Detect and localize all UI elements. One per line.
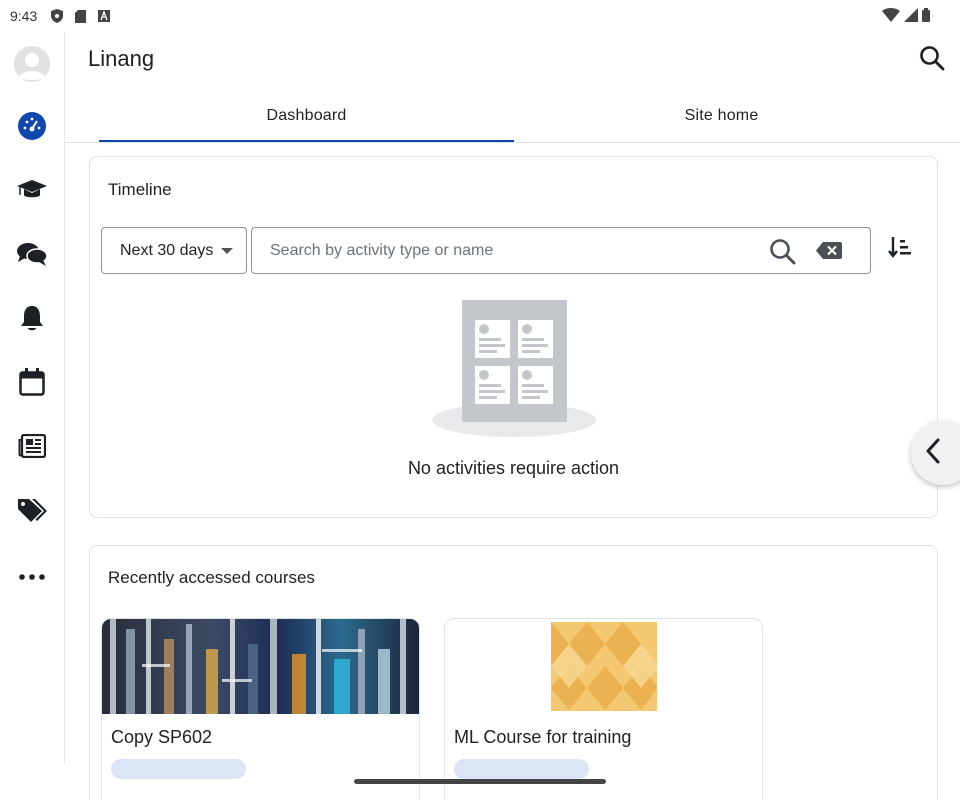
course-progress-pill: [454, 759, 589, 779]
rail-item-news[interactable]: [0, 424, 64, 472]
rail-item-notifications[interactable]: [0, 296, 64, 344]
rail-item-tags[interactable]: [0, 488, 64, 536]
tab-bar: Dashboard Site home: [99, 90, 929, 142]
calendar-icon: [19, 367, 45, 401]
sort-icon: [888, 236, 912, 263]
rail-item-courses[interactable]: [0, 168, 64, 216]
tab-site-home[interactable]: Site home: [514, 90, 929, 142]
timeline-title: Timeline: [108, 180, 172, 199]
avatar: [14, 46, 50, 82]
signal-icon: [904, 7, 918, 25]
rail-item-more[interactable]: [0, 552, 64, 600]
rail-item-dashboard[interactable]: [0, 104, 64, 152]
timeline-filter-select[interactable]: Next 30 days: [101, 227, 247, 274]
bell-icon: [20, 304, 44, 337]
timeline-card: Timeline Next 30 days Search by activity…: [89, 156, 938, 518]
wifi-icon: [882, 7, 900, 25]
header-search-button[interactable]: [916, 44, 948, 76]
font-icon: [98, 10, 111, 22]
course-name: Copy SP602: [111, 727, 213, 747]
sd-card-icon: [75, 9, 87, 23]
page-title: Linang: [88, 46, 155, 71]
news-icon: [18, 433, 47, 463]
tabs-divider: [65, 142, 960, 143]
course-image: [102, 619, 419, 714]
caret-down-icon: [221, 247, 234, 254]
course-card[interactable]: Copy SP602: [101, 618, 420, 800]
chevron-left-icon: [925, 438, 941, 469]
graduation-cap-icon: [17, 178, 47, 207]
user-avatar-button[interactable]: [0, 40, 64, 88]
chat-icon: [17, 241, 48, 272]
tags-icon: [17, 497, 47, 528]
course-progress-pill: [111, 759, 246, 779]
dashboard-icon: [18, 111, 46, 145]
more-icon: [19, 567, 45, 585]
rail-item-messages[interactable]: [0, 232, 64, 280]
course-name: ML Course for training: [454, 727, 632, 747]
recent-courses-card: Recently accessed courses Copy SP602 ML …: [89, 545, 938, 800]
empty-activities-illustration: [431, 300, 597, 445]
sort-button[interactable]: [886, 235, 914, 263]
side-rail: [0, 32, 65, 764]
course-card[interactable]: ML Course for training: [444, 618, 763, 800]
rail-item-calendar[interactable]: [0, 360, 64, 408]
clear-input-icon[interactable]: [815, 241, 843, 265]
status-bar: 9:43: [0, 0, 960, 32]
battery-icon: [922, 7, 930, 25]
course-image: [445, 619, 762, 714]
gesture-nav-handle[interactable]: [354, 779, 606, 784]
timeline-search-input[interactable]: [270, 240, 750, 262]
empty-message: No activities require action: [407, 458, 620, 478]
shield-icon: [51, 9, 64, 23]
recent-courses-title: Recently accessed courses: [108, 568, 315, 587]
filter-label: Next 30 days: [120, 241, 214, 259]
search-icon[interactable]: [769, 238, 796, 270]
timeline-search-field: [251, 227, 871, 274]
status-time: 9:43: [10, 8, 38, 24]
tab-dashboard[interactable]: Dashboard: [99, 90, 514, 142]
search-icon: [919, 45, 945, 76]
